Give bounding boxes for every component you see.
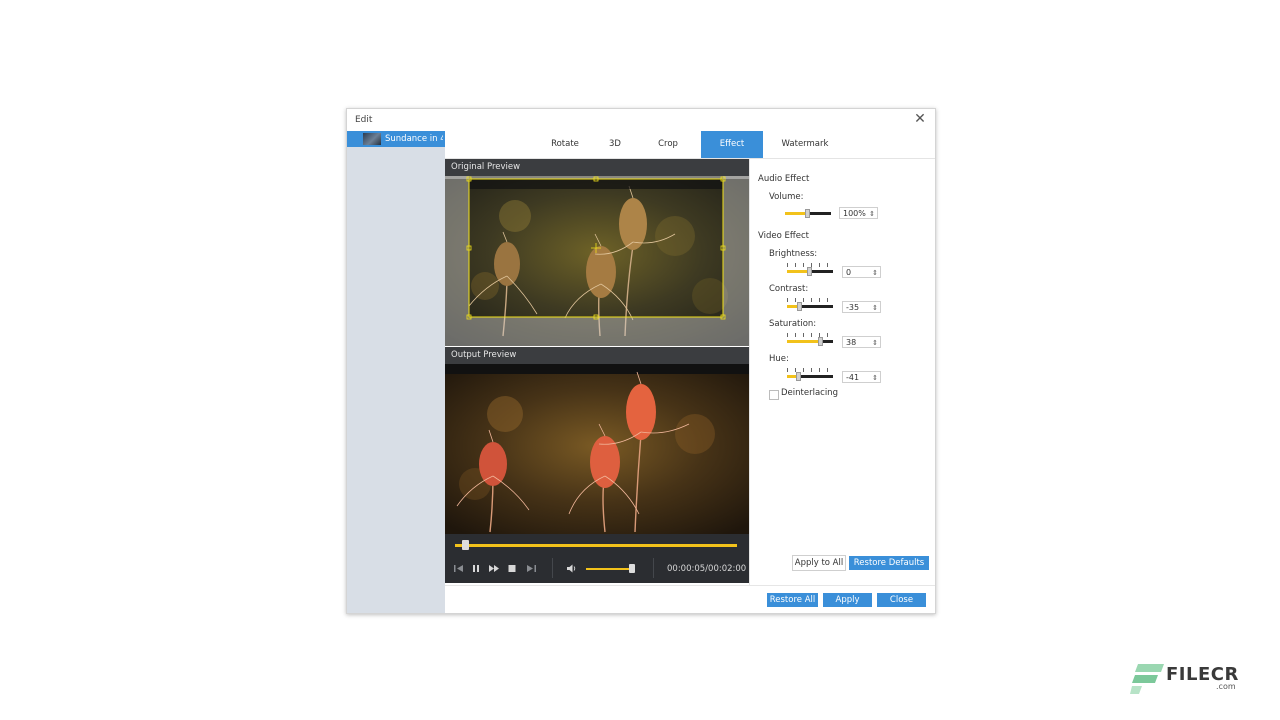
restore-defaults-button[interactable]: Restore Defaults [849, 556, 929, 570]
spin-arrows-icon[interactable]: ⇕ [872, 302, 878, 314]
volume-handle[interactable] [628, 564, 635, 573]
timecode: 00:00:05/00:02:00 [667, 564, 747, 574]
dialog-title: Edit [355, 115, 373, 125]
filecr-logo-sub: .com [1216, 682, 1236, 691]
seek-bar[interactable] [455, 544, 737, 547]
close-button[interactable]: Close [877, 593, 926, 607]
control-separator [653, 558, 654, 578]
volume-slider[interactable] [586, 568, 634, 570]
brightness-knob[interactable] [807, 267, 812, 276]
tab-rotate[interactable]: Rotate [537, 131, 593, 158]
deinterlacing-checkbox[interactable] [769, 390, 779, 400]
pause-icon[interactable] [470, 563, 482, 574]
contrast-knob[interactable] [797, 302, 802, 311]
contrast-slider[interactable] [787, 298, 833, 312]
contrast-spinbox[interactable]: -35 ⇕ [842, 301, 881, 313]
spin-arrows-icon[interactable]: ⇕ [872, 372, 878, 384]
tab-3d[interactable]: 3D [595, 131, 635, 158]
saturation-label: Saturation: [769, 319, 817, 329]
saturation-knob[interactable] [818, 337, 823, 346]
spin-arrows-icon[interactable]: ⇕ [872, 267, 878, 279]
file-name: Sundance in 4... [385, 134, 443, 144]
restore-all-button[interactable]: Restore All [767, 593, 818, 607]
output-preview-image [445, 364, 749, 534]
filecr-watermark: FILECR .com [1128, 660, 1238, 696]
saturation-spinbox[interactable]: 38 ⇕ [842, 336, 881, 348]
output-preview-header: Output Preview [445, 347, 749, 364]
saturation-slider[interactable] [787, 333, 833, 347]
video-effect-heading: Video Effect [758, 231, 809, 241]
edit-tabs: Rotate 3D Crop Effect Watermark [445, 131, 935, 159]
player-controls: 00:00:05/00:02:00 [445, 534, 749, 583]
filecr-logo-icon [1130, 664, 1164, 694]
spin-arrows-icon[interactable]: ⇕ [872, 337, 878, 349]
original-preview [445, 176, 749, 346]
hue-value: -41 [846, 373, 860, 382]
tab-effect[interactable]: Effect [701, 131, 763, 158]
brightness-slider[interactable] [787, 263, 833, 277]
deinterlacing-label: Deinterlacing [781, 388, 838, 398]
hue-spinbox[interactable]: -41 ⇕ [842, 371, 881, 383]
edit-dialog: Edit ✕ Sundance in 4... Rotate 3D Crop E… [346, 108, 936, 614]
seek-handle[interactable] [462, 540, 470, 550]
tab-crop[interactable]: Crop [643, 131, 693, 158]
audio-effect-heading: Audio Effect [758, 174, 810, 184]
effect-settings-panel: Audio Effect Volume: 100% ⇕ Video Effect … [749, 159, 936, 585]
control-separator [552, 558, 553, 578]
file-list-sidebar: Sundance in 4... [347, 131, 445, 613]
brightness-spinbox[interactable]: 0 ⇕ [842, 266, 881, 278]
volume-spinbox[interactable]: 100% ⇕ [839, 207, 878, 219]
original-preview-image [445, 176, 749, 346]
brightness-label: Brightness: [769, 249, 818, 259]
hue-label: Hue: [769, 354, 789, 364]
contrast-label: Contrast: [769, 284, 809, 294]
brightness-value: 0 [846, 268, 852, 277]
contrast-value: -35 [846, 303, 860, 312]
hue-slider[interactable] [787, 368, 833, 382]
tab-watermark[interactable]: Watermark [771, 131, 839, 158]
output-preview [445, 364, 749, 534]
file-list-item[interactable]: Sundance in 4... [347, 131, 445, 147]
original-preview-header: Original Preview [445, 159, 749, 176]
close-icon[interactable]: ✕ [913, 112, 927, 126]
audio-volume-slider[interactable] [785, 205, 831, 219]
stop-icon[interactable] [506, 563, 518, 574]
video-thumbnail [363, 133, 381, 145]
skip-forward-icon[interactable] [525, 563, 537, 574]
volume-value: 100% [843, 209, 866, 218]
dialog-footer: Restore All Apply Close [445, 585, 935, 614]
hue-knob[interactable] [796, 372, 801, 381]
dialog-titlebar: Edit ✕ [347, 109, 935, 131]
apply-to-all-button[interactable]: Apply to All [792, 555, 846, 571]
saturation-value: 38 [846, 338, 857, 347]
volume-label: Volume: [769, 192, 804, 202]
apply-button[interactable]: Apply [823, 593, 872, 607]
spin-arrows-icon[interactable]: ⇕ [869, 208, 875, 220]
fast-forward-icon[interactable] [488, 563, 500, 574]
skip-back-icon[interactable] [453, 563, 465, 574]
audio-volume-knob[interactable] [805, 209, 810, 218]
volume-icon[interactable] [566, 563, 578, 574]
